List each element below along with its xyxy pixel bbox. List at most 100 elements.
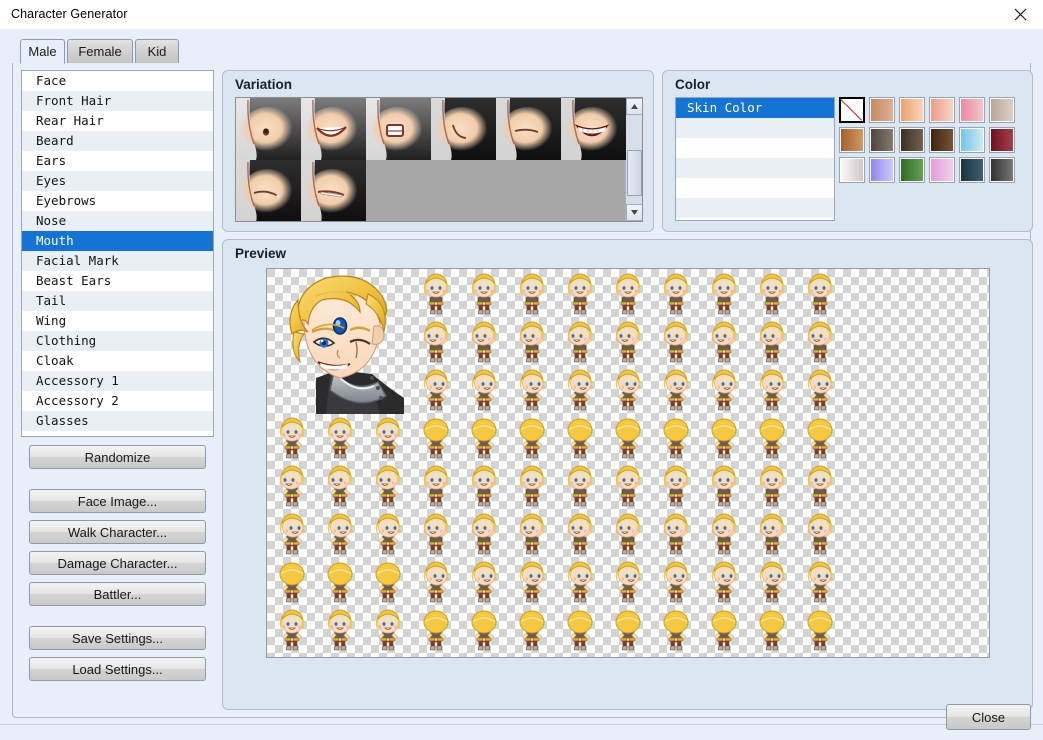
swatch-copper-cell[interactable] — [837, 125, 867, 155]
variation-scroll-area[interactable] — [235, 97, 643, 222]
color-list-item-empty-2[interactable] — [676, 138, 834, 158]
swatch-rose-cell[interactable] — [927, 95, 957, 125]
swatch-none[interactable] — [839, 97, 865, 123]
swatch-darkbrown-cell[interactable] — [897, 125, 927, 155]
parts-list-item-glasses[interactable]: Glasses — [22, 411, 213, 431]
parts-list-item-eyebrows[interactable]: Eyebrows — [22, 191, 213, 211]
color-list-item-empty-1[interactable] — [676, 118, 834, 138]
preview-sprite-r3-c6 — [556, 414, 604, 462]
mouth-variation-5[interactable] — [496, 98, 561, 160]
parts-list-item-facial-mark[interactable]: Facial Mark — [22, 251, 213, 271]
preview-sprite-r4-c2 — [364, 462, 412, 510]
parts-list-item-accessory-1[interactable]: Accessory 1 — [22, 371, 213, 391]
swatch-skyblue-cell[interactable] — [957, 125, 987, 155]
mouth-variation-7[interactable] — [236, 160, 301, 222]
parts-list-item-eyes[interactable]: Eyes — [22, 171, 213, 191]
parts-list-item-wing[interactable]: Wing — [22, 311, 213, 331]
mouth-variation-6[interactable] — [561, 98, 626, 160]
parts-list-item-cloak[interactable]: Cloak — [22, 351, 213, 371]
mouth-variation-2[interactable] — [301, 98, 366, 160]
swatch-darkbrown[interactable] — [899, 127, 925, 153]
color-list-item-skin-color[interactable]: Skin Color — [676, 98, 834, 118]
swatch-orchid[interactable] — [929, 157, 955, 183]
close-icon[interactable] — [997, 0, 1043, 29]
swatch-pink-cell[interactable] — [957, 95, 987, 125]
color-list-item-empty-4[interactable] — [676, 178, 834, 198]
scroll-down-icon[interactable] — [626, 204, 643, 221]
parts-list-item-mouth[interactable]: Mouth — [22, 231, 213, 251]
close-button[interactable]: Close — [946, 704, 1031, 730]
color-list-item-empty-3[interactable] — [676, 158, 834, 178]
parts-list-item-accessory-2[interactable]: Accessory 2 — [22, 391, 213, 411]
parts-list-item-nose[interactable]: Nose — [22, 211, 213, 231]
preview-sprite-r1-c5 — [508, 318, 556, 366]
parts-list-item-clothing[interactable]: Clothing — [22, 331, 213, 351]
swatch-green[interactable] — [899, 157, 925, 183]
swatch-tan-cell[interactable] — [867, 95, 897, 125]
swatch-taupe-cell[interactable] — [867, 125, 897, 155]
preview-sprite-r1-c11 — [796, 318, 844, 366]
tab-female[interactable]: Female — [67, 39, 133, 64]
mouth-variation-3[interactable] — [366, 98, 431, 160]
parts-list[interactable]: FaceFront HairRear HairBeardEarsEyesEyeb… — [21, 70, 214, 437]
swatch-slate-cell[interactable] — [957, 155, 987, 185]
swatch-gray[interactable] — [989, 157, 1015, 183]
swatch-periwinkle[interactable] — [869, 157, 895, 183]
swatch-white-cell[interactable] — [837, 155, 867, 185]
swatch-green-cell[interactable] — [897, 155, 927, 185]
preview-sprite-r0-c10 — [748, 270, 796, 318]
swatch-rose[interactable] — [929, 97, 955, 123]
mouth-variation-7-art — [236, 160, 301, 222]
swatch-peach[interactable] — [899, 97, 925, 123]
parts-list-item-ears[interactable]: Ears — [22, 151, 213, 171]
battler-button[interactable]: Battler... — [29, 582, 206, 606]
mouth-variation-4[interactable] — [431, 98, 496, 160]
color-list-item-empty-5[interactable] — [676, 198, 834, 218]
swatch-tan[interactable] — [869, 97, 895, 123]
mouth-variation-1[interactable] — [236, 98, 301, 160]
swatch-beige[interactable] — [989, 97, 1015, 123]
swatch-chocolate[interactable] — [929, 127, 955, 153]
color-list-item-empty-6[interactable] — [676, 218, 834, 221]
swatch-maroon-cell[interactable] — [987, 125, 1017, 155]
swatch-periwinkle-cell[interactable] — [867, 155, 897, 185]
walk-character-button[interactable]: Walk Character... — [29, 520, 206, 544]
preview-sprite-r7-c10 — [748, 606, 796, 654]
color-swatch-grid[interactable] — [837, 95, 1017, 185]
preview-sprite-r4-c0 — [268, 462, 316, 510]
swatch-white[interactable] — [839, 157, 865, 183]
tab-kid[interactable]: Kid — [135, 39, 179, 64]
swatch-slate[interactable] — [959, 157, 985, 183]
parts-list-item-beard[interactable]: Beard — [22, 131, 213, 151]
preview-canvas[interactable] — [266, 268, 990, 658]
randomize-button[interactable]: Randomize — [29, 445, 206, 469]
swatch-beige-cell[interactable] — [987, 95, 1017, 125]
swatch-maroon[interactable] — [989, 127, 1015, 153]
parts-list-item-face[interactable]: Face — [22, 71, 213, 91]
parts-list-item-front-hair[interactable]: Front Hair — [22, 91, 213, 111]
preview-sprite-r3-c3 — [412, 414, 460, 462]
damage-character-button[interactable]: Damage Character... — [29, 551, 206, 575]
swatch-orchid-cell[interactable] — [927, 155, 957, 185]
swatch-pink[interactable] — [959, 97, 985, 123]
swatch-copper[interactable] — [839, 127, 865, 153]
swatch-gray-cell[interactable] — [987, 155, 1017, 185]
swatch-peach-cell[interactable] — [897, 95, 927, 125]
parts-list-item-rear-hair[interactable]: Rear Hair — [22, 111, 213, 131]
scrollbar-thumb[interactable] — [627, 150, 642, 196]
parts-list-item-beast-ears[interactable]: Beast Ears — [22, 271, 213, 291]
swatch-taupe[interactable] — [869, 127, 895, 153]
variation-title: Variation — [235, 77, 292, 92]
color-layer-list[interactable]: Skin Color — [675, 97, 835, 221]
swatch-none-cell[interactable] — [837, 95, 867, 125]
variation-scrollbar[interactable] — [625, 98, 642, 221]
swatch-skyblue[interactable] — [959, 127, 985, 153]
save-settings-button[interactable]: Save Settings... — [29, 626, 206, 650]
face-image-button[interactable]: Face Image... — [29, 489, 206, 513]
scroll-up-icon[interactable] — [626, 98, 643, 115]
parts-list-item-tail[interactable]: Tail — [22, 291, 213, 311]
tab-male[interactable]: Male — [20, 39, 65, 64]
swatch-chocolate-cell[interactable] — [927, 125, 957, 155]
mouth-variation-8[interactable] — [301, 160, 366, 222]
load-settings-button[interactable]: Load Settings... — [29, 657, 206, 681]
